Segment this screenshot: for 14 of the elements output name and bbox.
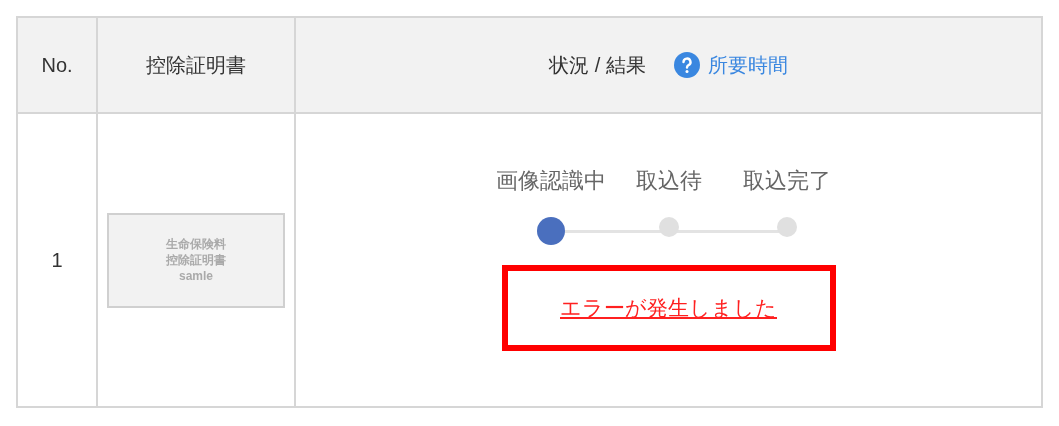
help-icon[interactable] <box>673 52 700 78</box>
column-header: No. <box>41 53 73 78</box>
thumbnail-label: samle <box>179 268 213 284</box>
help-link[interactable]: 所要時間 <box>707 50 788 80</box>
step-label: 取込待 <box>635 167 702 195</box>
step-label: 取込完了 <box>742 167 831 195</box>
error-link[interactable]: エラーが発生しました <box>560 292 777 324</box>
thumbnail-label: 控除証明書 <box>166 252 226 268</box>
column-header: 控除証明書 <box>146 53 246 78</box>
certificate-thumbnail[interactable]: 生命保険料 控除証明書 samle <box>107 212 285 308</box>
thumbnail-label: 生命保険料 <box>166 236 226 252</box>
row-number: 1 <box>51 248 63 273</box>
step-label: 画像認識中 <box>495 167 606 195</box>
column-header: 状況 / 結果 <box>549 53 646 78</box>
